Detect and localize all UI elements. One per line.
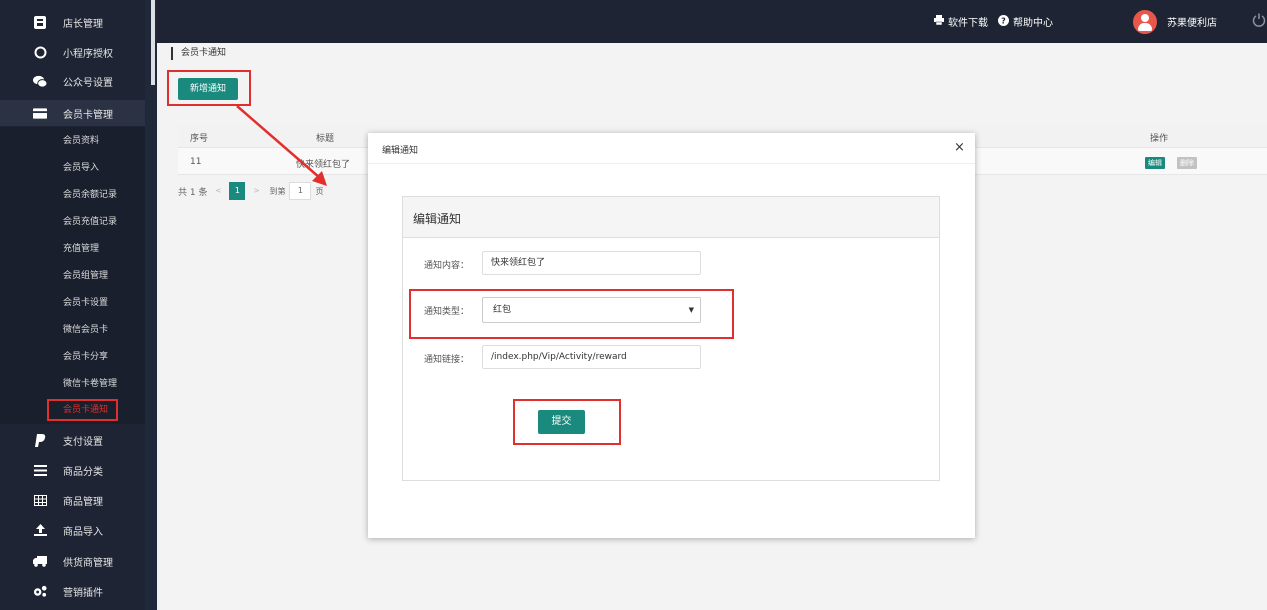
sidebar-item-label: 店长管理 (63, 18, 103, 30)
breadcrumb: 会员卡通知 (171, 47, 226, 60)
panel-header: 编辑通知 (403, 197, 939, 238)
upload-icon (33, 523, 47, 537)
row-id: 11 (190, 157, 202, 167)
close-icon[interactable]: × (954, 140, 965, 155)
print-icon (934, 15, 944, 28)
header-id: 序号 (190, 134, 209, 144)
annotation-box-type (409, 289, 734, 339)
submenu-item[interactable]: 会员卡设置 (63, 293, 108, 313)
sidebar-item-label: 营销插件 (63, 587, 103, 599)
help-center-label: 帮助中心 (1013, 18, 1053, 29)
sidebar-item-label: 小程序授权 (63, 48, 113, 60)
circle-icon (33, 45, 47, 59)
software-download-link[interactable]: 软件下载 (934, 14, 988, 29)
sidebar-item-label: 支付设置 (63, 436, 103, 448)
user-name[interactable]: 苏果便利店 (1167, 14, 1217, 29)
delete-button[interactable]: 删除 (1177, 157, 1197, 169)
header-actions: 操作 (1150, 134, 1169, 144)
help-center-link[interactable]: ? 帮助中心 (998, 14, 1053, 29)
row-title: 快来领红包了 (296, 160, 351, 170)
submenu-item[interactable]: 会员充值记录 (63, 212, 117, 232)
grid-icon (33, 493, 47, 507)
submenu-item[interactable]: 会员组管理 (63, 266, 108, 286)
modal-header: 编辑通知 × (368, 133, 975, 164)
sidebar-item-label: 供货商管理 (63, 557, 113, 569)
gears-icon (33, 584, 47, 598)
annotation-box-add (167, 70, 251, 106)
pager-total: 共 1 条 (178, 187, 208, 198)
pager-prev[interactable]: < (211, 183, 225, 199)
annotation-box-menu (47, 399, 118, 421)
pager-current[interactable]: 1 (229, 182, 246, 200)
edit-button[interactable]: 编辑 (1145, 157, 1165, 169)
sidebar-item-marketing[interactable]: 营销插件 (0, 578, 145, 604)
sidebar-item-import[interactable]: 商品导入 (0, 517, 145, 543)
sidebar-item-supplier[interactable]: 供货商管理 (0, 548, 145, 574)
avatar[interactable] (1133, 10, 1157, 34)
submenu-item[interactable]: 微信卡卷管理 (63, 374, 117, 394)
sidebar-scrollbar[interactable] (145, 0, 157, 610)
sidebar-item-goods[interactable]: 商品管理 (0, 487, 145, 513)
pagination: 共 1 条 < 1 > 到第 1 页 (178, 181, 323, 201)
card-icon (33, 106, 47, 120)
sidebar-item-payment[interactable]: 支付设置 (0, 427, 145, 453)
sidebar-item-label: 商品导入 (63, 526, 103, 538)
topbar (157, 0, 1267, 43)
list-icon (33, 463, 47, 477)
sidebar-item-member-card[interactable]: 会员卡管理 (0, 100, 145, 126)
panel-title: 编辑通知 (413, 212, 462, 226)
sidebar-item-mini-program[interactable]: 小程序授权 (0, 39, 145, 65)
annotation-box-submit (513, 399, 621, 445)
link-input[interactable]: /index.php/Vip/Activity/reward (482, 345, 701, 369)
content-input[interactable]: 快来领红包了 (482, 251, 701, 275)
submenu-item[interactable]: 会员余额记录 (63, 185, 117, 205)
power-icon[interactable] (1252, 13, 1266, 27)
question-icon: ? (998, 14, 1009, 29)
sidebar-scroll-thumb[interactable] (151, 0, 155, 85)
pager-goto-label: 到第 (269, 186, 286, 196)
sidebar-item-label: 会员卡管理 (63, 109, 113, 121)
submenu-item[interactable]: 充值管理 (63, 239, 99, 259)
truck-icon (33, 554, 47, 568)
pager-next[interactable]: > (249, 183, 263, 199)
submenu-item[interactable]: 会员资料 (63, 131, 99, 151)
sidebar: 店长管理 小程序授权 公众号设置 会员卡管理 会员资料 会员导入 会员余额记录 … (0, 0, 145, 610)
sidebar-item-label: 商品管理 (63, 496, 103, 508)
wechat-icon (33, 74, 47, 88)
sidebar-item-category[interactable]: 商品分类 (0, 457, 145, 483)
content-label: 通知内容： (424, 261, 470, 271)
software-download-label: 软件下载 (948, 18, 988, 29)
header-title: 标题 (316, 134, 335, 144)
submenu-item[interactable]: 会员卡分享 (63, 347, 108, 367)
sidebar-item-store-manager[interactable]: 店长管理 (0, 9, 145, 35)
sidebar-item-label: 公众号设置 (63, 77, 113, 89)
sidebar-item-label: 商品分类 (63, 466, 103, 478)
sidebar-item-official-account[interactable]: 公众号设置 (0, 68, 145, 94)
link-label: 通知链接： (424, 355, 470, 365)
submenu-item[interactable]: 会员导入 (63, 158, 99, 178)
pager-page-unit: 页 (315, 186, 324, 196)
submenu-item[interactable]: 微信会员卡 (63, 320, 108, 340)
pager-goto-input[interactable]: 1 (289, 182, 312, 200)
paypal-icon (33, 433, 47, 447)
svg-text:?: ? (1001, 16, 1006, 25)
store-manager-icon (33, 15, 47, 29)
modal-title: 编辑通知 (382, 146, 419, 156)
